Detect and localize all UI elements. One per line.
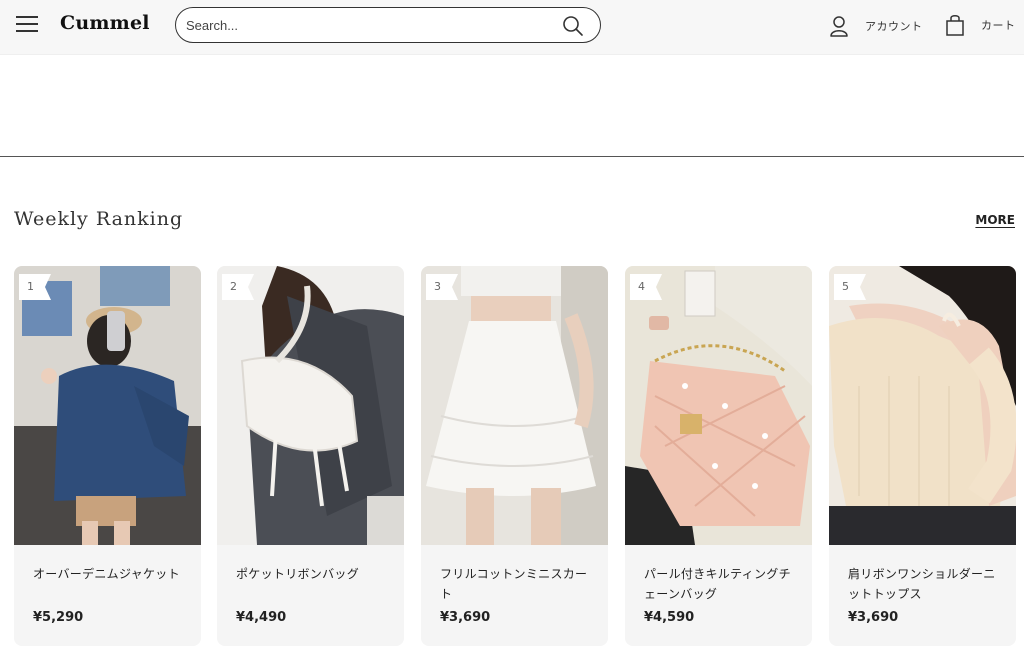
search-input[interactable] xyxy=(186,15,546,35)
hamburger-icon[interactable] xyxy=(16,15,38,33)
product-price: ¥4,590 xyxy=(644,610,695,625)
section-title: Weekly Ranking xyxy=(14,208,184,230)
rank-badge: 1 xyxy=(19,274,51,300)
section-divider xyxy=(0,156,1024,157)
account-label: アカウント xyxy=(865,20,923,33)
site-header: Cummel アカウント カート xyxy=(0,0,1024,55)
rank-badge: 2 xyxy=(222,274,254,300)
product-price: ¥5,290 xyxy=(33,610,84,625)
user-icon xyxy=(830,16,848,37)
rank-badge: 4 xyxy=(630,274,662,300)
product-name[interactable]: フリルコットンミニスカート xyxy=(440,564,595,604)
product-name[interactable]: 肩リボンワンショルダーニットトップス xyxy=(848,564,1003,604)
cart-label: カート xyxy=(981,19,1016,32)
product-price: ¥4,490 xyxy=(236,610,287,625)
shopping-bag-icon xyxy=(946,15,964,36)
cart-link[interactable]: カート xyxy=(945,12,1016,38)
product-name[interactable]: オーバーデニムジャケット xyxy=(33,564,188,584)
search-bar xyxy=(175,7,601,43)
product-name[interactable]: パール付きキルティングチェーンバッグ xyxy=(644,564,799,604)
product-card[interactable]: 5 肩リボンワンショルダーニットトップス ¥3,690 xyxy=(829,266,1016,646)
account-link[interactable]: アカウント xyxy=(829,14,923,38)
product-card[interactable]: 4 パール付きキルティングチェーンバッグ ¥4,590 xyxy=(625,266,812,646)
product-price: ¥3,690 xyxy=(848,610,899,625)
product-image[interactable]: 2 xyxy=(217,266,404,545)
rank-badge: 5 xyxy=(834,274,866,300)
search-icon[interactable] xyxy=(562,15,584,37)
product-card[interactable]: 1 オーバーデニムジャケット ¥5,290 xyxy=(14,266,201,646)
product-image[interactable]: 4 xyxy=(625,266,812,545)
product-image[interactable]: 3 xyxy=(421,266,608,545)
more-link[interactable]: MORE xyxy=(975,213,1015,227)
rank-badge: 3 xyxy=(426,274,458,300)
product-image[interactable]: 1 xyxy=(14,266,201,545)
site-logo[interactable]: Cummel xyxy=(60,12,150,34)
product-name[interactable]: ポケットリボンバッグ xyxy=(236,564,391,584)
product-price: ¥3,690 xyxy=(440,610,491,625)
product-card[interactable]: 2 ポケットリボンバッグ ¥4,490 xyxy=(217,266,404,646)
product-image[interactable]: 5 xyxy=(829,266,1016,545)
product-card[interactable]: 3 フリルコットンミニスカート ¥3,690 xyxy=(421,266,608,646)
